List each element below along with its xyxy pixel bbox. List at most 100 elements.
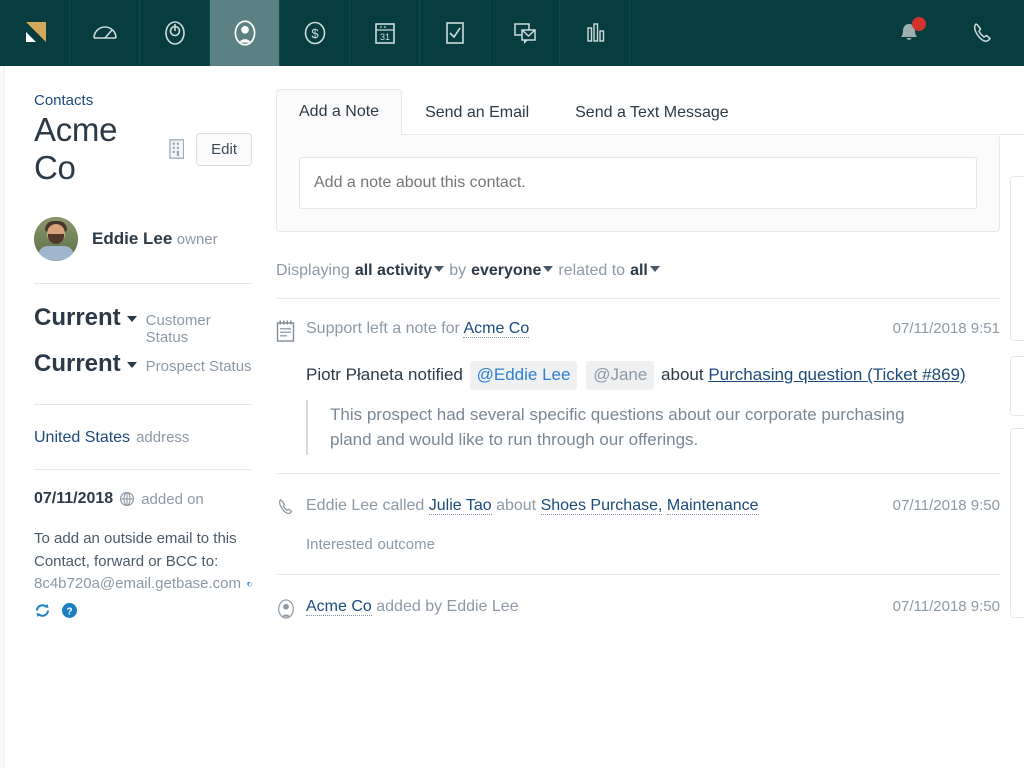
chevron-down-icon[interactable] <box>127 362 137 368</box>
nav-item-communication[interactable] <box>490 0 560 66</box>
top-navbar: $ 31 <box>0 0 1024 66</box>
added-on-label: added on <box>141 491 204 508</box>
chevron-down-icon[interactable] <box>543 266 553 272</box>
customer-status-value[interactable]: Current <box>34 304 121 332</box>
calendar-31-icon: 31 <box>370 18 400 48</box>
filter-by-prefix: by <box>449 262 466 280</box>
nav-item-leads[interactable] <box>140 0 210 66</box>
navbar-spacer <box>630 0 872 66</box>
divider-1 <box>34 283 252 284</box>
address-row: United States address <box>34 429 252 447</box>
address-label: address <box>136 429 189 446</box>
edit-button[interactable]: Edit <box>196 133 252 166</box>
nav-item-dashboard[interactable] <box>70 0 140 66</box>
added-on-value: 07/11/2018 <box>34 490 113 508</box>
compose-tabs: Add a Note Send an Email Send a Text Mes… <box>276 88 1024 135</box>
activity-timestamp: 07/11/2018 9:51 <box>881 319 1000 337</box>
tab-add-a-note[interactable]: Add a Note <box>276 89 402 135</box>
customer-status-label: Customer Status <box>146 312 252 346</box>
gauge-icon <box>90 18 120 48</box>
base-logo-icon <box>20 18 50 48</box>
chat-envelope-icon <box>510 18 540 48</box>
activity-header: Eddie Lee called Julie Tao about Shoes P… <box>276 496 1000 522</box>
avatar <box>34 217 78 261</box>
bcc-line-2: Contact, forward or BCC to: <box>34 551 252 574</box>
activity-contact-link[interactable]: Julie Tao <box>429 497 492 515</box>
divider-2 <box>34 404 252 405</box>
nav-item-calendar[interactable]: 31 <box>350 0 420 66</box>
bcc-line-1: To add an outside email to this <box>34 528 252 551</box>
activity-summary-mid: about <box>496 497 536 514</box>
chevron-down-icon[interactable] <box>434 266 444 272</box>
ticket-link[interactable]: Purchasing question (Ticket #869) <box>708 365 965 384</box>
bcc-email: 8c4b720a@email.getbase.com <box>34 573 241 596</box>
contact-sidebar: Contacts Acme Co Edit Eddie Lee owner <box>0 66 276 768</box>
owner-name: Eddie Lee <box>92 229 172 248</box>
bcc-actions: ? <box>34 602 252 619</box>
prospect-status-value[interactable]: Current <box>34 350 121 378</box>
compose-panel <box>276 135 1000 232</box>
filter-by-value[interactable]: everyone <box>471 262 541 280</box>
mention-chip-eddie-lee[interactable]: @Eddie Lee <box>470 361 578 390</box>
navbar-right-actions <box>872 0 1024 66</box>
prospect-status-row: Current Prospect Status <box>34 350 252 378</box>
help-circle-icon[interactable]: ? <box>61 602 78 619</box>
activity-about-word: about <box>661 365 704 384</box>
page-title: Acme Co <box>34 111 157 187</box>
filter-related-prefix: related to <box>558 262 625 280</box>
copy-icon[interactable] <box>247 576 252 592</box>
activity-summary-prefix: Support left a note for <box>306 320 460 337</box>
tab-send-a-text-message[interactable]: Send a Text Message <box>552 90 752 135</box>
nav-item-deals[interactable]: $ <box>280 0 350 66</box>
svg-text:?: ? <box>66 606 72 617</box>
activity-filter-bar: Displaying all activity by everyone rela… <box>276 262 1024 280</box>
activity-item-call: Eddie Lee called Julie Tao about Shoes P… <box>276 473 1000 574</box>
breadcrumb[interactable]: Contacts <box>34 92 252 109</box>
activity-item-note: Support left a note for Acme Co 07/11/20… <box>276 298 1000 473</box>
nav-item-contacts[interactable] <box>210 0 280 66</box>
filter-related-value[interactable]: all <box>630 262 648 280</box>
activity-deal-link-2[interactable]: Maintenance <box>667 497 759 515</box>
activity-summary-suffix: added by Eddie Lee <box>376 598 518 615</box>
activity-header: Support left a note for Acme Co 07/11/20… <box>276 319 1000 347</box>
activity-contact-link[interactable]: Acme Co <box>306 598 372 616</box>
nav-item-reports[interactable] <box>560 0 630 66</box>
nav-item-tasks[interactable] <box>420 0 490 66</box>
filter-activity-value[interactable]: all activity <box>355 262 432 280</box>
mention-chip-jane[interactable]: @Jane <box>586 361 654 390</box>
lead-power-icon <box>160 18 190 48</box>
activity-deal-link-1[interactable]: Shoes Purchase, <box>541 497 663 515</box>
activity-note-quote: This prospect had several specific quest… <box>306 400 926 455</box>
dollar-circle-icon: $ <box>300 18 330 48</box>
activity-icon-wrap <box>276 496 306 522</box>
added-on-row: 07/11/2018 added on <box>34 490 252 508</box>
customer-status-row: Current Customer Status <box>34 304 252 346</box>
call-outcome-row: Interested outcome <box>306 534 1000 554</box>
activity-header: Acme Co added by Eddie Lee 07/11/2018 9:… <box>276 597 1000 625</box>
person-oval-icon <box>229 17 261 49</box>
bcc-instructions: To add an outside email to this Contact,… <box>34 528 252 619</box>
refresh-icon[interactable] <box>34 602 51 619</box>
person-oval-icon <box>276 598 296 620</box>
page-body: Contacts Acme Co Edit Eddie Lee owner <box>0 66 1024 768</box>
activity-body: Piotr Płaneta notified @Eddie Lee @Jane … <box>306 361 1000 390</box>
note-icon <box>276 320 295 342</box>
nav-item-notifications[interactable] <box>872 20 946 46</box>
address-value[interactable]: United States <box>34 429 130 447</box>
activity-summary-link[interactable]: Acme Co <box>463 320 529 338</box>
activity-feed: Support left a note for Acme Co 07/11/20… <box>276 298 1000 645</box>
tab-send-an-email[interactable]: Send an Email <box>402 90 552 135</box>
activity-icon-wrap <box>276 319 306 347</box>
nav-item-voice[interactable] <box>946 19 1020 47</box>
activity-summary: Support left a note for Acme Co <box>306 319 881 340</box>
activity-item-created: Acme Co added by Eddie Lee 07/11/2018 9:… <box>276 574 1000 645</box>
chevron-down-icon[interactable] <box>650 266 660 272</box>
divider-3 <box>34 469 252 470</box>
call-outcome-value: Interested <box>306 536 373 553</box>
chevron-down-icon[interactable] <box>127 316 137 322</box>
call-outcome-label: outcome <box>377 536 435 553</box>
nav-item-logo[interactable] <box>0 0 70 66</box>
note-input[interactable] <box>299 157 977 209</box>
svg-text:$: $ <box>311 26 319 41</box>
owner-row: Eddie Lee owner <box>34 217 252 261</box>
